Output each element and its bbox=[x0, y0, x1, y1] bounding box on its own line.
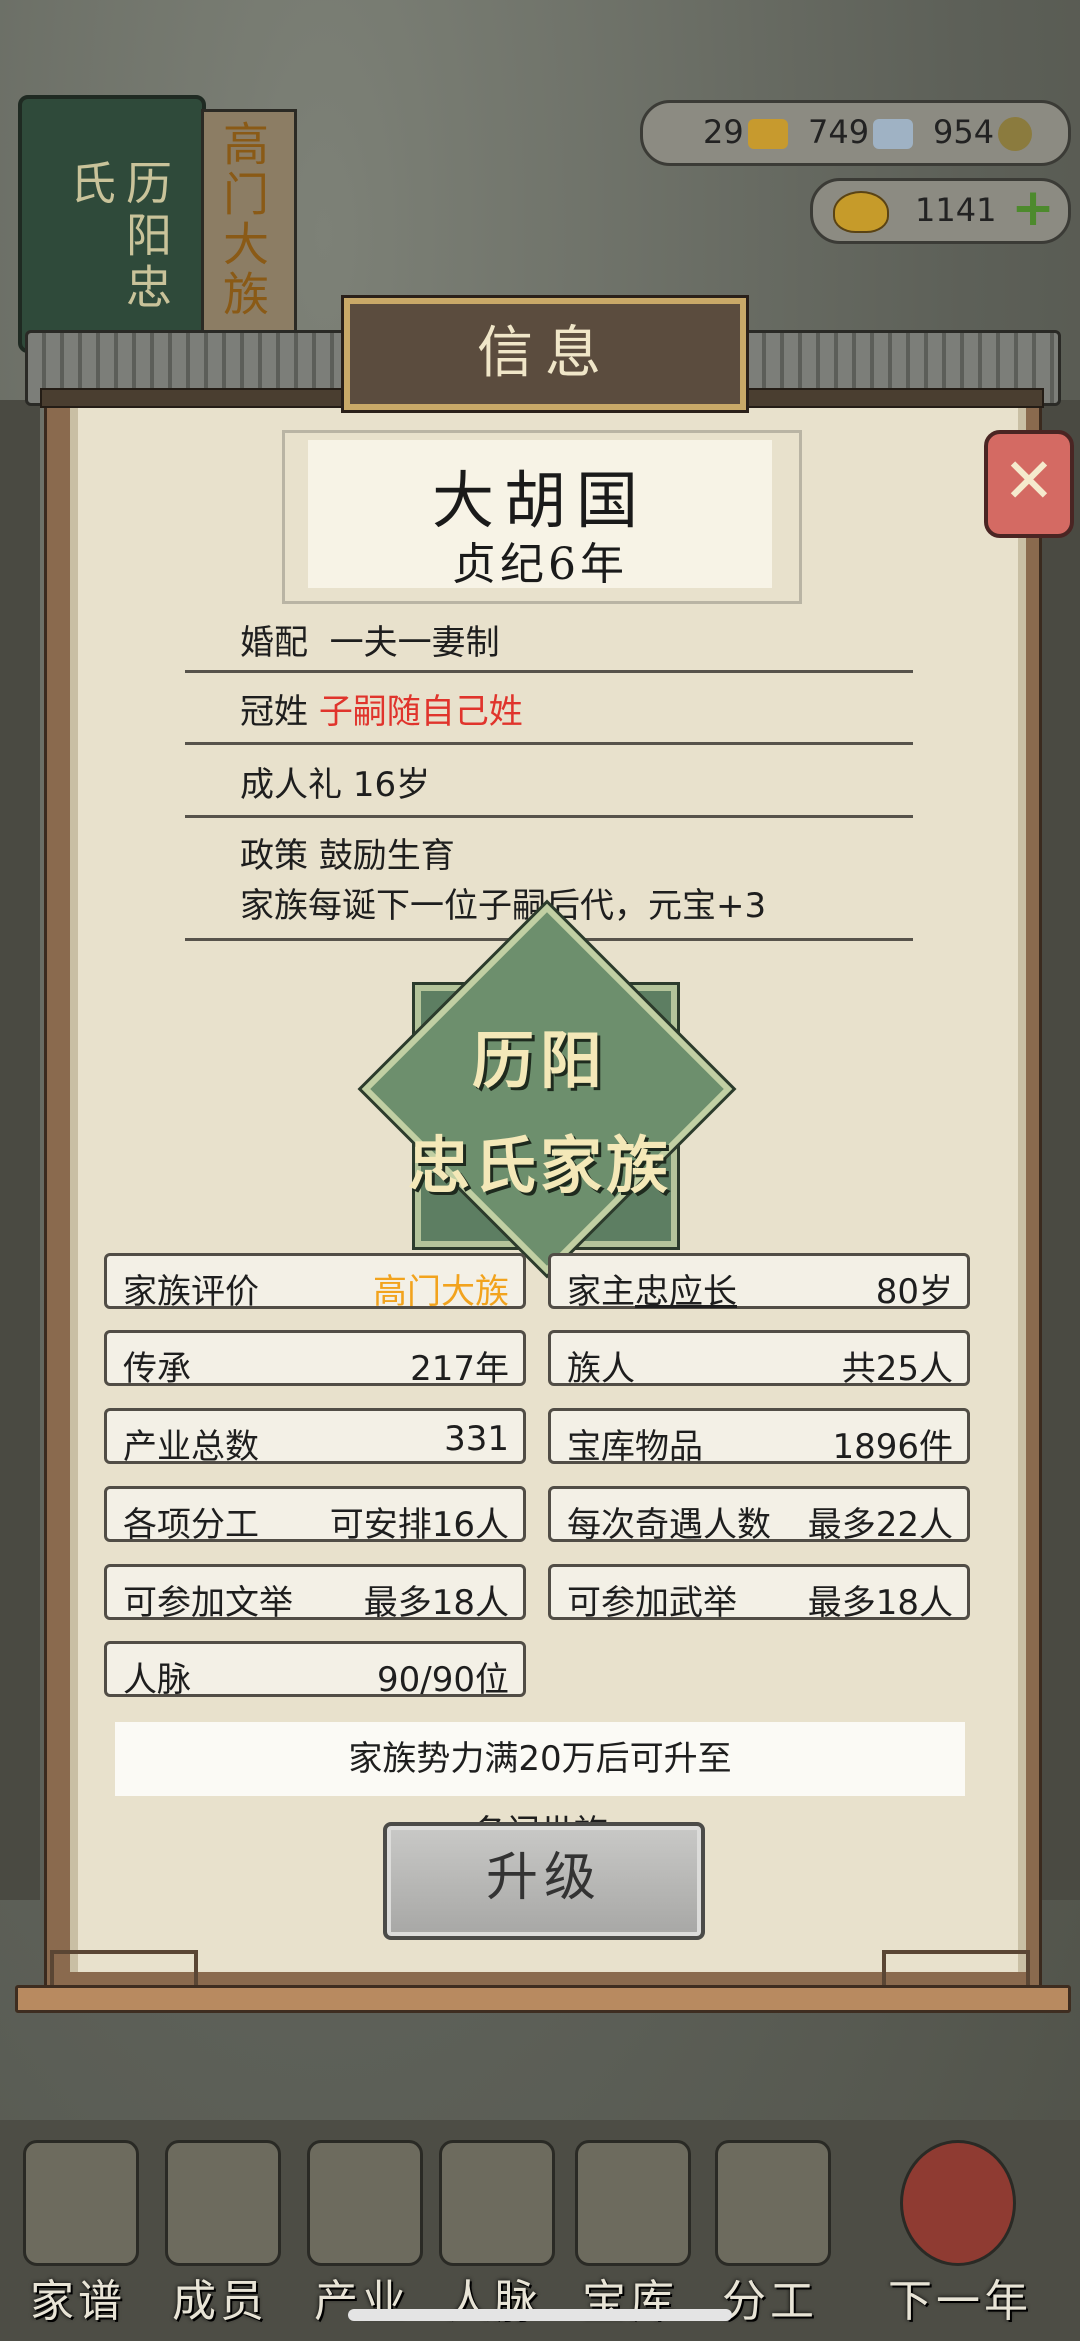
genealogy-book-icon bbox=[23, 2140, 139, 2266]
country-card: 大胡国 贞纪6年 bbox=[308, 440, 772, 590]
family-crest: 历阳 忠氏家族 bbox=[360, 903, 733, 1275]
modal-title: 信息 bbox=[477, 321, 613, 386]
stat-family-rating: 家族评价 高门大族 bbox=[104, 1253, 526, 1312]
nav-assignment[interactable]: 分工 bbox=[700, 2130, 840, 2330]
stat-encounter-count: 每次奇遇人数 最多22人 bbox=[548, 1486, 970, 1545]
stat-clan-members: 族人 共25人 bbox=[548, 1330, 970, 1389]
nav-genealogy[interactable]: 家谱 bbox=[8, 2130, 148, 2330]
yuanbao-icon bbox=[833, 191, 889, 233]
stat-family-head: 家主忠应长 80岁 bbox=[548, 1253, 970, 1312]
upgrade-button-label: 升级 bbox=[485, 1848, 602, 1908]
resource-bar: 29 749 954 bbox=[640, 100, 1071, 166]
nav-property[interactable]: 产业 bbox=[292, 2130, 432, 2330]
rule-surname-label: 冠姓 bbox=[240, 692, 308, 732]
silver-ingot-icon bbox=[873, 119, 914, 149]
modal-title-plaque: 信息 bbox=[344, 298, 746, 410]
family-book-subtitle: 高门大族 bbox=[216, 120, 270, 320]
resource-2-value: 749 bbox=[808, 113, 870, 151]
rule-marriage-label: 婚配 bbox=[240, 623, 308, 663]
nav-members[interactable]: 成员 bbox=[150, 2130, 290, 2330]
member-portrait-icon bbox=[165, 2140, 281, 2266]
modal-bottom-rail bbox=[15, 1985, 1071, 2013]
lantern-icon bbox=[900, 2140, 1016, 2266]
treasure-chest-icon bbox=[575, 2140, 691, 2266]
yuanbao-bar: 1141 + bbox=[810, 178, 1071, 244]
close-button[interactable]: ✕ bbox=[984, 430, 1074, 538]
resource-1-value: 29 bbox=[703, 113, 744, 151]
rule-marriage: 婚配 一夫一妻制 bbox=[185, 605, 913, 673]
stat-civil-exam: 可参加文举 最多18人 bbox=[104, 1564, 526, 1623]
rule-adult-value: 16岁 bbox=[352, 765, 431, 805]
country-name: 大胡国 bbox=[431, 464, 648, 537]
stat-treasury-items: 宝库物品 1896件 bbox=[548, 1408, 970, 1467]
family-book-title: 历阳忠氏 bbox=[63, 159, 173, 315]
rule-surname: 冠姓 子嗣随自己姓 bbox=[185, 672, 913, 745]
rule-adult-label: 成人礼 bbox=[240, 765, 342, 805]
family-book: 历阳忠氏 bbox=[18, 95, 297, 353]
family-head-name-link[interactable]: 忠应长 bbox=[635, 1272, 737, 1312]
nav-connections[interactable]: 人脉 bbox=[424, 2130, 564, 2330]
scroll-icon bbox=[715, 2140, 831, 2266]
stat-assignments: 各项分工 可安排16人 bbox=[104, 1486, 526, 1545]
family-rating-value: 高门大族 bbox=[373, 1272, 509, 1312]
crest-line-1: 历阳 bbox=[471, 1024, 608, 1097]
rule-adult-age: 成人礼 16岁 bbox=[185, 745, 913, 818]
copper-coin-icon bbox=[998, 117, 1033, 151]
rule-policy-detail: 家族每诞下一位子嗣后代，元宝+3 bbox=[240, 886, 767, 926]
home-indicator[interactable] bbox=[348, 2309, 732, 2321]
country-era: 贞纪6年 bbox=[452, 539, 628, 590]
network-icon bbox=[439, 2140, 555, 2266]
gold-ingot-icon bbox=[747, 119, 788, 149]
upgrade-button[interactable]: 升级 bbox=[383, 1822, 705, 1940]
yuanbao-value: 1141 bbox=[915, 191, 997, 229]
nav-treasury[interactable]: 宝库 bbox=[560, 2130, 700, 2330]
rule-policy-label: 政策 bbox=[240, 836, 308, 876]
stat-property-total: 产业总数 331 bbox=[104, 1408, 526, 1467]
nav-next-year[interactable]: 下一年 bbox=[860, 2130, 1060, 2330]
stat-military-exam: 可参加武举 最多18人 bbox=[548, 1564, 970, 1623]
rule-marriage-value: 一夫一妻制 bbox=[329, 623, 500, 663]
rule-policy-value: 鼓励生育 bbox=[318, 836, 455, 876]
rule-surname-value: 子嗣随自己姓 bbox=[318, 692, 523, 732]
left-panel-edge bbox=[0, 400, 40, 1900]
right-panel-edge bbox=[1040, 400, 1080, 1900]
add-yuanbao-icon[interactable]: + bbox=[1010, 182, 1056, 234]
building-icon bbox=[307, 2140, 423, 2266]
resource-3-value: 954 bbox=[933, 113, 995, 151]
close-icon: ✕ bbox=[1003, 444, 1055, 517]
stat-heritage: 传承 217年 bbox=[104, 1330, 526, 1389]
stat-connections: 人脉 90/90位 bbox=[104, 1641, 526, 1700]
upgrade-notice: 家族势力满20万后可升至名门世族[当前70082] bbox=[115, 1722, 965, 1927]
crest-line-2: 忠氏家族 bbox=[407, 1129, 672, 1202]
